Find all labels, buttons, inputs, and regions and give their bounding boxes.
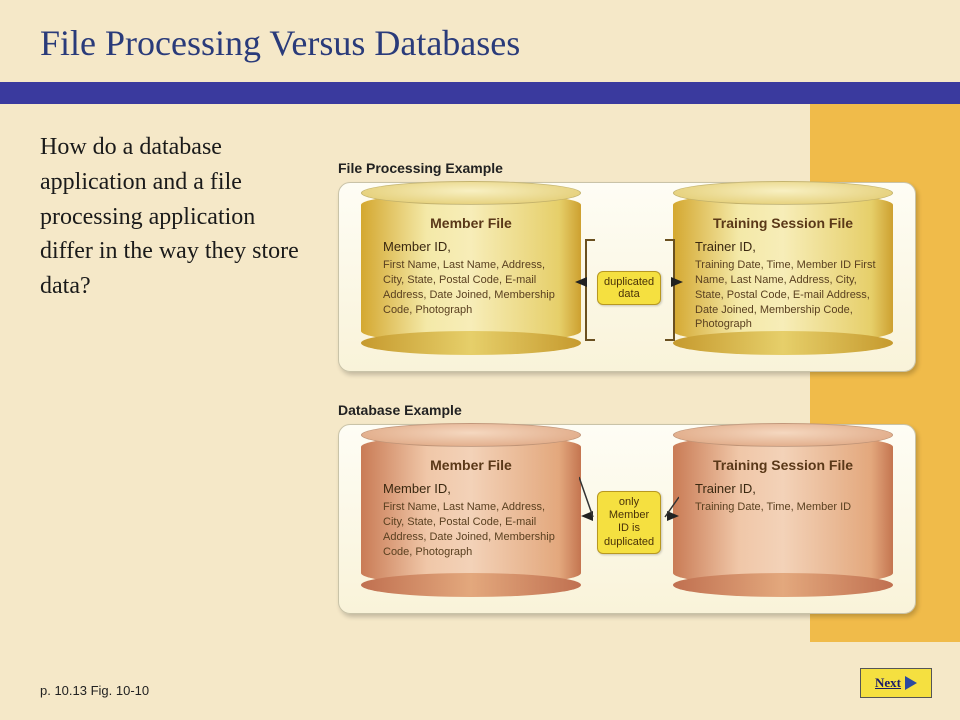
cylinder-title: Training Session File xyxy=(689,215,877,231)
cylinder-training-file: Training Session File Trainer ID, Traini… xyxy=(673,435,893,585)
page-reference: p. 10.13 Fig. 10-10 xyxy=(40,683,149,698)
next-label: Next xyxy=(875,675,901,691)
cylinder-fields: Training Date, Time, Member ID First Nam… xyxy=(689,258,877,332)
badge-duplicated: duplicated data xyxy=(597,271,661,305)
cylinder-title: Training Session File xyxy=(689,457,877,473)
section-label-database: Database Example xyxy=(338,402,462,418)
diagram-file-processing: Member File Member ID, First Name, Last … xyxy=(338,182,916,372)
cylinder-title: Member File xyxy=(377,457,565,473)
arrow-right-icon xyxy=(671,277,683,287)
cylinder-key: Member ID, xyxy=(377,481,565,496)
bracket-right xyxy=(665,239,675,341)
header-divider xyxy=(0,82,960,104)
cylinder-fields: First Name, Last Name, Address, City, St… xyxy=(377,258,565,317)
cylinder-member-file: Member File Member ID, First Name, Last … xyxy=(361,193,581,343)
cylinder-member-file: Member File Member ID, First Name, Last … xyxy=(361,435,581,585)
arrow-left-icon xyxy=(575,277,587,287)
page-title: File Processing Versus Databases xyxy=(40,22,520,64)
bracket-left xyxy=(585,239,595,341)
cylinder-training-file: Training Session File Trainer ID, Traini… xyxy=(673,193,893,343)
cylinder-fields: Training Date, Time, Member ID xyxy=(689,500,877,515)
connector-lines xyxy=(579,467,679,557)
next-arrow-icon xyxy=(905,676,917,690)
cylinder-fields: First Name, Last Name, Address, City, St… xyxy=(377,500,565,559)
cylinder-key: Member ID, xyxy=(377,239,565,254)
diagram-database: Member File Member ID, First Name, Last … xyxy=(338,424,916,614)
cylinder-key: Trainer ID, xyxy=(689,239,877,254)
next-button[interactable]: Next xyxy=(860,668,932,698)
question-text: How do a database application and a file… xyxy=(40,130,300,304)
section-label-file-processing: File Processing Example xyxy=(338,160,503,176)
cylinder-key: Trainer ID, xyxy=(689,481,877,496)
cylinder-title: Member File xyxy=(377,215,565,231)
